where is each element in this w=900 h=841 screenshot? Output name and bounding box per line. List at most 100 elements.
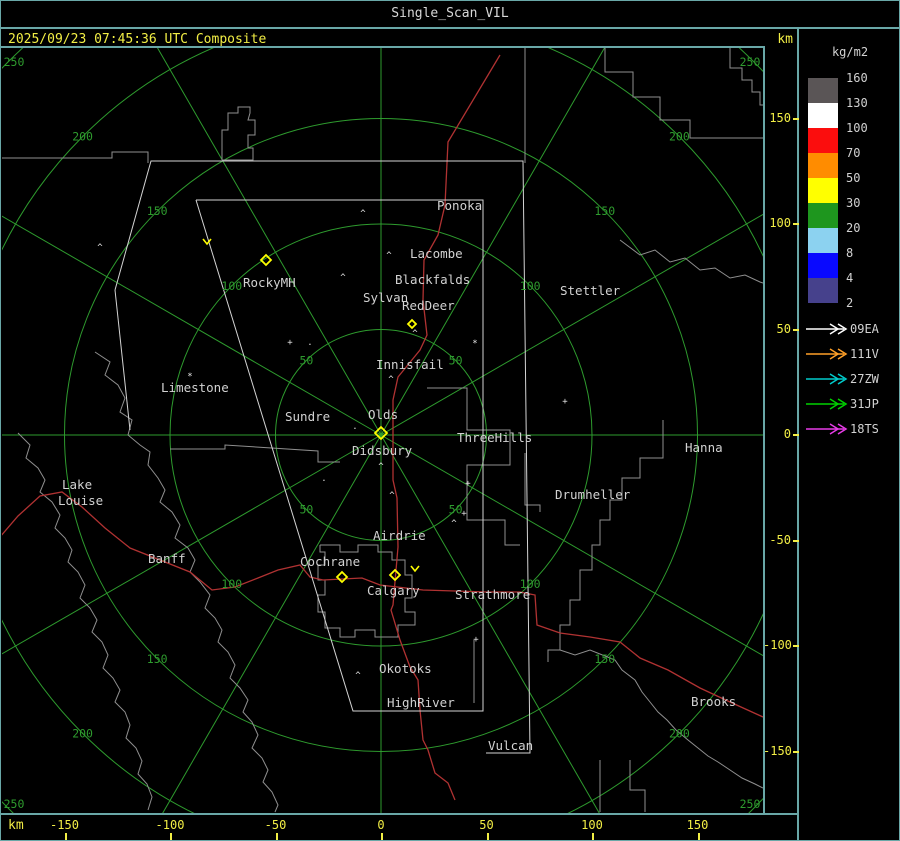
county-boundary <box>559 649 764 789</box>
track-arrow-31JP <box>806 398 848 410</box>
window-title: Single_Scan_VIL <box>391 6 509 21</box>
town-marker: ^ <box>386 251 392 261</box>
ring-distance-label: 250 <box>740 55 761 69</box>
ring-distance-label: 150 <box>594 204 615 218</box>
city-label: RedDeer <box>402 298 455 313</box>
city-label: Lake <box>62 477 92 492</box>
town-marker: ^ <box>97 243 103 253</box>
city-label: Didsbury <box>352 443 413 458</box>
legend-level-label: 30 <box>846 196 861 210</box>
legend-swatch <box>808 253 838 278</box>
city-label: Airdrie <box>373 528 426 543</box>
bottom-axis-tick <box>592 833 594 840</box>
scan-timestamp: 2025/09/23 07:45:36 UTC Composite <box>8 32 267 47</box>
right-axis-label: -100 <box>763 638 792 652</box>
city-label: Drumheller <box>555 487 631 502</box>
ring-distance-label: 150 <box>594 652 615 666</box>
town-marker: . <box>321 474 326 484</box>
city-label: Sundre <box>285 409 330 424</box>
town-marker: + <box>287 338 293 348</box>
track-id-label: 31JP <box>850 397 879 411</box>
bottom-axis-tick <box>486 833 489 840</box>
right-axis-label: 150 <box>769 110 791 125</box>
highway <box>390 54 501 801</box>
right-axis-label: -150 <box>763 743 792 758</box>
town-marker: * <box>472 339 477 349</box>
right-axis-label: 0 <box>783 427 791 441</box>
legend-swatch <box>808 178 838 203</box>
ring-distance-label: 100 <box>520 279 541 293</box>
legend-swatch <box>808 103 838 128</box>
town-marker: . <box>307 338 312 348</box>
track-arrow-09EA <box>806 323 848 335</box>
track-arrow-18TS <box>806 423 848 435</box>
legend-level-label: 20 <box>846 221 861 235</box>
radar-site-diamond <box>335 570 349 584</box>
legend-level-label: 70 <box>846 146 861 160</box>
bottom-axis-label: 50 <box>479 818 494 832</box>
ring-distance-label: 250 <box>4 55 25 69</box>
town-marker: + <box>562 397 568 407</box>
county-boundary <box>619 239 764 284</box>
county-boundary <box>170 444 340 463</box>
bottom-axis-unit: km <box>8 818 24 833</box>
track-id-label: 18TS <box>850 422 879 436</box>
legend-swatch <box>808 128 838 153</box>
track-arrow-27ZW <box>806 373 848 385</box>
city-label: Vulcan <box>488 738 533 753</box>
track-arrow-111V <box>806 348 848 360</box>
bottom-axis-label: 0 <box>377 818 385 832</box>
county-boundary <box>94 351 279 813</box>
ring-distance-label: 150 <box>147 204 168 218</box>
bottom-axis-label: -50 <box>264 818 287 832</box>
legend-swatch <box>808 203 838 228</box>
title-bar: Single_Scan_VIL <box>0 0 900 29</box>
map-bottom-border <box>0 813 799 815</box>
right-axis-tick <box>793 539 799 542</box>
bottom-axis-label: -150 <box>50 818 79 832</box>
legend-level-label: 50 <box>846 171 861 185</box>
city-label: Stettler <box>560 283 621 298</box>
town-marker: ^ <box>388 375 394 385</box>
track-id-label: 09EA <box>850 322 879 336</box>
right-axis-tick <box>793 434 799 436</box>
legend-unit: kg/m2 <box>831 45 869 59</box>
legend-level-label: 8 <box>846 246 854 260</box>
city-label: Okotoks <box>379 661 432 676</box>
city-label: Brooks <box>691 694 736 709</box>
county-boundary <box>2 151 149 163</box>
town-marker: + <box>465 479 471 489</box>
legend-level-label: 4 <box>846 271 854 285</box>
right-axis-tick <box>793 750 799 753</box>
ring-distance-label: 200 <box>72 130 93 144</box>
ring-distance-label: 100 <box>221 279 242 293</box>
city-label: HighRiver <box>387 695 455 710</box>
right-axis-tick <box>793 645 799 647</box>
city-label: Limestone <box>161 380 229 395</box>
town-marker: + <box>461 509 467 519</box>
city-label: Blackfalds <box>395 272 470 287</box>
ring-distance-label: 250 <box>4 797 25 811</box>
ring-distance-label: 200 <box>669 726 690 740</box>
town-marker: ^ <box>389 491 395 501</box>
city-label: Strathmore <box>455 587 530 602</box>
town-marker: ^ <box>355 671 361 681</box>
city-label: Ponoka <box>437 198 482 213</box>
city-label: ThreeHills <box>457 430 532 445</box>
radial-spoke <box>380 0 633 436</box>
legend-swatch <box>808 228 838 253</box>
city-label: RockyMH <box>243 275 296 290</box>
legend-swatch <box>808 278 838 303</box>
radar-coverage-outline <box>114 160 531 754</box>
bottom-axis-label: 100 <box>581 818 603 832</box>
radar-coverage-outline <box>114 289 131 431</box>
town-marker: ^ <box>360 209 366 219</box>
radar-map: 50 50 50 50 100 100 100 100 150 150 150 150 200 200 20… <box>0 0 900 841</box>
city-label: Cochrane <box>300 554 360 569</box>
radial-spoke <box>146 434 382 841</box>
map-canvas: 50 5050 50100 100100 100150 150150 150200 20020… <box>0 0 900 841</box>
town-marker: + <box>473 635 479 645</box>
radial-spoke <box>0 434 382 656</box>
legend-level-label: 160 <box>846 71 868 85</box>
bottom-axis-tick <box>275 833 278 840</box>
